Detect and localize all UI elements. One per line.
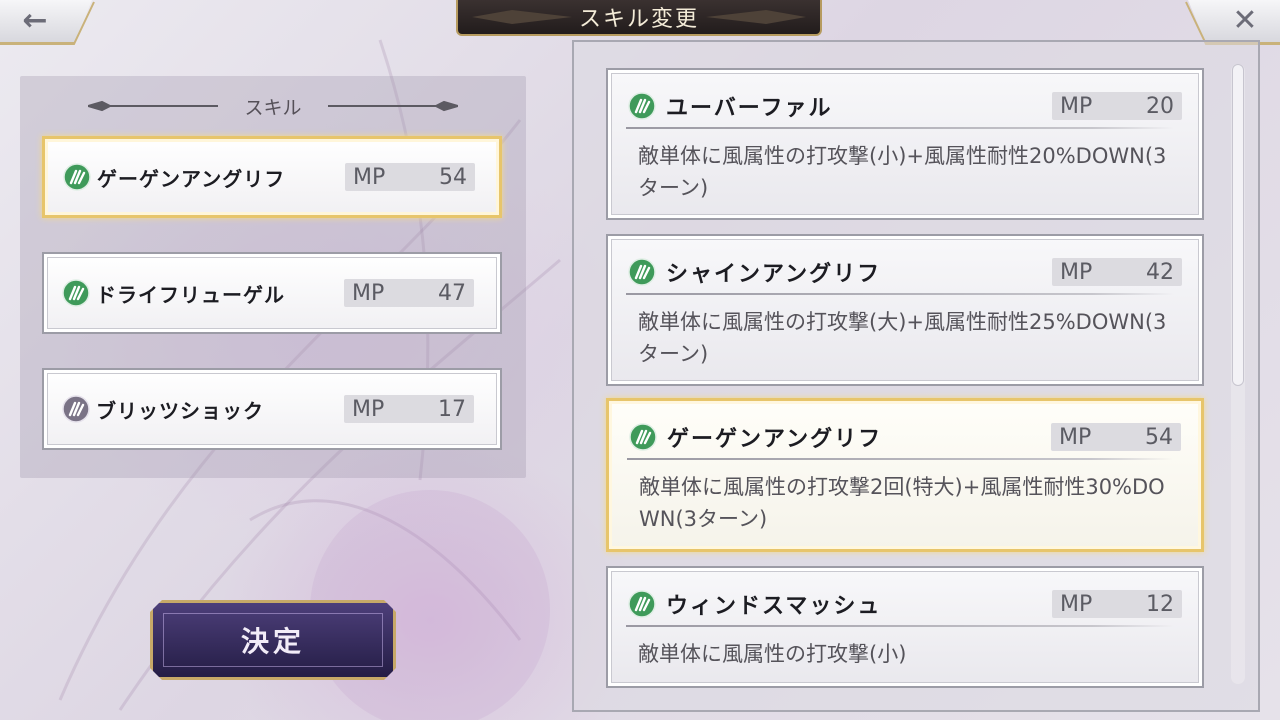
mp-value: 54 — [439, 164, 467, 190]
mp-cost: MP 20 — [1052, 92, 1182, 120]
lightning-element-icon — [62, 395, 90, 423]
skill-description: 敵単体に風属性の打攻撃(小)+風属性耐性20%DOWN(3ターン) — [638, 144, 1167, 200]
mp-cost: MP 47 — [344, 279, 474, 307]
mp-label: MP — [1059, 424, 1092, 450]
mp-value: 12 — [1146, 591, 1174, 617]
skill-list-item-4[interactable]: ウィンドスマッシュ MP 12 敵単体に風属性の打攻撃(小) — [606, 566, 1204, 688]
mp-value: 20 — [1146, 93, 1174, 119]
wind-element-icon — [629, 423, 657, 451]
decide-button-label: 決定 — [240, 625, 305, 658]
skill-name: ゲーゲンアングリフ — [667, 426, 883, 452]
page-title: スキル変更 — [578, 7, 699, 32]
skill-card-header: ウィンドスマッシュ MP 12 — [628, 588, 1182, 620]
wind-element-icon — [62, 279, 90, 307]
mp-value: 54 — [1145, 424, 1173, 450]
mp-value: 17 — [438, 396, 466, 422]
skill-description: 敵単体に風属性の打攻撃(大)+風属性耐性25%DOWN(3ターン) — [638, 310, 1167, 366]
banner-ornament-right — [706, 10, 806, 24]
skill-name: ゲーゲンアングリフ — [97, 166, 286, 191]
skill-name: ウィンドスマッシュ — [666, 593, 882, 619]
mp-cost: MP 12 — [1052, 590, 1182, 618]
wind-element-icon — [63, 163, 91, 191]
mp-label: MP — [1060, 93, 1093, 119]
skill-list-scrollbar-thumb[interactable] — [1232, 64, 1244, 386]
skill-name: ドライフリューゲル — [96, 282, 285, 307]
divider — [626, 293, 1174, 295]
mp-value: 42 — [1146, 259, 1174, 285]
mp-label: MP — [1060, 259, 1093, 285]
skill-description: 敵単体に風属性の打攻撃(小) — [638, 642, 907, 666]
wind-element-icon — [628, 258, 656, 286]
skill-description: 敵単体に風属性の打攻撃2回(特大)+風属性耐性30%DOWN(3ターン) — [639, 475, 1165, 531]
equipped-skill-slot-1[interactable]: ゲーゲンアングリフ MP 54 — [42, 136, 502, 218]
heading-ornament-right — [327, 100, 458, 112]
wind-element-icon — [628, 92, 656, 120]
skill-card-header: シャインアングリフ MP 42 — [628, 256, 1182, 288]
title-banner: スキル変更 — [456, 0, 822, 36]
skill-card-header: ゲーゲンアングリフ MP 54 — [629, 421, 1181, 453]
mp-cost: MP 54 — [1051, 423, 1181, 451]
heading-ornament-left — [88, 100, 219, 112]
skill-list-item-1[interactable]: ユーバーファル MP 20 敵単体に風属性の打攻撃(小)+風属性耐性20%DOW… — [606, 68, 1204, 220]
wind-element-icon — [628, 590, 656, 618]
skill-list-item-2[interactable]: シャインアングリフ MP 42 敵単体に風属性の打攻撃(大)+風属性耐性25%D… — [606, 234, 1204, 386]
mp-value: 47 — [438, 280, 466, 306]
skill-name: シャインアングリフ — [666, 261, 882, 287]
back-button-rim — [0, 1, 95, 45]
heading-label: スキル — [244, 96, 302, 119]
equipped-skill-slot-2[interactable]: ドライフリューゲル MP 47 — [42, 252, 502, 334]
mp-label: MP — [353, 164, 386, 190]
mp-label: MP — [1060, 591, 1093, 617]
skill-name: ユーバーファル — [666, 95, 833, 121]
mp-cost: MP 17 — [344, 395, 474, 423]
mp-label: MP — [352, 396, 385, 422]
skill-name: ブリッツショック — [96, 398, 264, 423]
mp-cost: MP 42 — [1052, 258, 1182, 286]
banner-ornament-left — [472, 10, 572, 24]
divider — [627, 458, 1173, 460]
equipped-skill-slot-3[interactable]: ブリッツショック MP 17 — [42, 368, 502, 450]
decide-button[interactable]: 決定 — [150, 600, 396, 680]
skill-list-item-3[interactable]: ゲーゲンアングリフ MP 54 敵単体に風属性の打攻撃2回(特大)+風属性耐性3… — [606, 398, 1204, 552]
mp-cost: MP 54 — [345, 163, 475, 191]
divider — [626, 127, 1174, 129]
divider — [626, 625, 1174, 627]
skill-card-header: ユーバーファル MP 20 — [628, 90, 1182, 122]
equipped-skills-heading: スキル — [0, 92, 546, 120]
mp-label: MP — [352, 280, 385, 306]
